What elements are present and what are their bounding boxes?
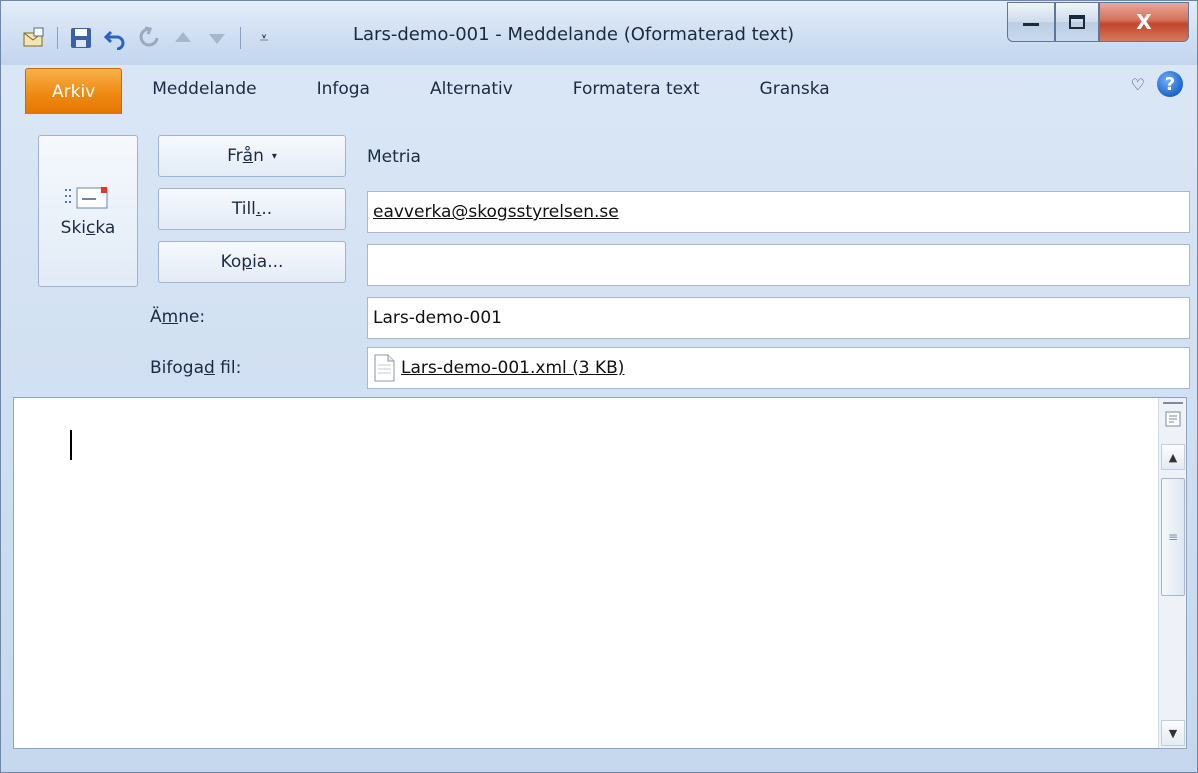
attachment-name[interactable]: Lars-demo-001.xml (3 KB) (401, 358, 624, 378)
up-arrow-icon[interactable] (170, 25, 196, 51)
send-label: Skicka (60, 218, 116, 238)
attachment-label: Bifogad fil: (150, 358, 242, 378)
customize-icon[interactable]: ⩡ (251, 25, 277, 51)
window-controls: X (1007, 2, 1189, 42)
help-icon[interactable]: ? (1157, 71, 1183, 97)
grip-icon: ≡ (1167, 530, 1179, 544)
mail-icon[interactable] (21, 25, 47, 51)
title-bar: ⩡ Lars-demo-001 - Meddelande (Oformatera… (1, 1, 1197, 65)
from-button[interactable]: Från ▾ (158, 135, 346, 177)
message-window: ⩡ Lars-demo-001 - Meddelande (Oformatera… (0, 0, 1198, 773)
quick-access-toolbar: ⩡ (21, 23, 277, 53)
send-mail-icon (65, 187, 108, 209)
attachment-field[interactable]: Lars-demo-001.xml (3 KB) (367, 347, 1190, 389)
toolbar-separator (240, 27, 241, 49)
to-label: Till... (231, 199, 273, 219)
to-button[interactable]: Till... (158, 188, 346, 230)
scroll-thumb[interactable]: ≡ (1161, 478, 1185, 596)
close-button[interactable]: X (1099, 2, 1189, 42)
subject-label: Ämne: (150, 307, 206, 327)
ribbon-tabs: Arkiv Meddelande Infoga Alternativ Forma… (1, 65, 1197, 114)
scroll-up-icon: ▲ (1168, 450, 1178, 464)
cc-label: Kopia... (220, 252, 284, 272)
close-icon: X (1136, 10, 1152, 34)
down-arrow-icon[interactable] (204, 25, 230, 51)
to-recipient[interactable]: eavverka@skogsstyrelsen.se (373, 202, 619, 222)
maximize-icon (1069, 15, 1085, 29)
chevron-down-icon: ▾ (271, 150, 277, 162)
minimize-icon (1023, 23, 1039, 26)
message-body[interactable]: ▲ ≡ ▼ (13, 397, 1187, 749)
scroll-down-button[interactable]: ▼ (1161, 720, 1185, 746)
cc-button[interactable]: Kopia... (158, 241, 346, 283)
attachment-item[interactable]: Lars-demo-001.xml (3 KB) (373, 354, 624, 382)
scroll-down-icon: ▼ (1168, 726, 1178, 740)
document-icon (374, 354, 395, 382)
tab-formatera-text[interactable]: Formatera text (543, 67, 730, 111)
ribbon-right-controls: ♡ ? (1131, 71, 1183, 97)
maximize-button[interactable] (1055, 2, 1099, 42)
toolbar-separator (57, 27, 58, 49)
send-button[interactable]: Skicka (38, 135, 138, 287)
split-handle[interactable] (1163, 402, 1183, 404)
minimize-button[interactable] (1007, 2, 1055, 42)
tab-granska[interactable]: Granska (730, 67, 860, 111)
window-title: Lars-demo-001 - Meddelande (Oformaterad … (353, 24, 795, 45)
to-field[interactable]: eavverka@skogsstyrelsen.se (367, 191, 1190, 233)
split-view-icon[interactable] (1163, 408, 1183, 430)
subject-value: Lars-demo-001 (373, 308, 502, 328)
cc-field[interactable] (367, 244, 1190, 286)
subject-field[interactable]: Lars-demo-001 (367, 297, 1190, 339)
tab-meddelande[interactable]: Meddelande (122, 67, 286, 111)
redo-icon[interactable] (136, 25, 162, 51)
from-label: Från (227, 146, 264, 166)
text-cursor (70, 430, 72, 460)
tab-infoga[interactable]: Infoga (287, 67, 400, 111)
save-icon[interactable] (68, 25, 94, 51)
vertical-scrollbar[interactable]: ▲ ≡ ▼ (1158, 398, 1186, 748)
tab-arkiv[interactable]: Arkiv (25, 68, 123, 114)
ribbon-collapse-icon[interactable]: ♡ (1131, 75, 1145, 94)
tab-alternativ[interactable]: Alternativ (400, 67, 543, 111)
from-value: Metria (367, 147, 421, 167)
scroll-up-button[interactable]: ▲ (1161, 444, 1185, 470)
undo-icon[interactable] (102, 25, 128, 51)
compose-header: Skicka Från ▾ Metria Till... eavverka@sk… (25, 113, 1197, 389)
